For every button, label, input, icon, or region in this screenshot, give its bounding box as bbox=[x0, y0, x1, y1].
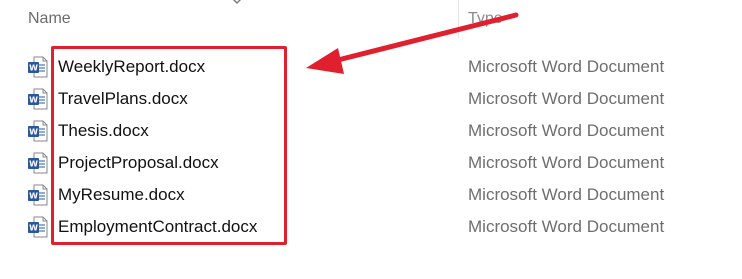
word-doc-icon: W bbox=[28, 88, 48, 110]
word-doc-icon: W bbox=[28, 56, 48, 78]
word-doc-icon: W bbox=[28, 120, 48, 142]
annotation-highlight-box bbox=[51, 46, 287, 245]
svg-text:W: W bbox=[29, 64, 38, 73]
column-header-type[interactable]: Type bbox=[468, 10, 503, 28]
column-header-bar: Name Type bbox=[0, 0, 742, 40]
file-type: Microsoft Word Document bbox=[468, 217, 665, 236]
svg-text:W: W bbox=[29, 160, 38, 169]
column-divider[interactable] bbox=[458, 0, 459, 38]
word-doc-icon: W bbox=[28, 184, 48, 206]
file-type: Microsoft Word Document bbox=[468, 89, 665, 108]
file-type: Microsoft Word Document bbox=[468, 185, 665, 204]
svg-text:W: W bbox=[29, 224, 38, 233]
word-doc-icon: W bbox=[28, 152, 48, 174]
column-header-name[interactable]: Name bbox=[28, 10, 71, 28]
file-type: Microsoft Word Document bbox=[468, 121, 665, 140]
svg-text:W: W bbox=[29, 192, 38, 201]
word-doc-icon: W bbox=[28, 216, 48, 238]
svg-text:W: W bbox=[29, 96, 38, 105]
file-type: Microsoft Word Document bbox=[468, 57, 665, 76]
file-type: Microsoft Word Document bbox=[468, 153, 665, 172]
chevron-down-icon[interactable] bbox=[230, 0, 244, 6]
svg-text:W: W bbox=[29, 128, 38, 137]
